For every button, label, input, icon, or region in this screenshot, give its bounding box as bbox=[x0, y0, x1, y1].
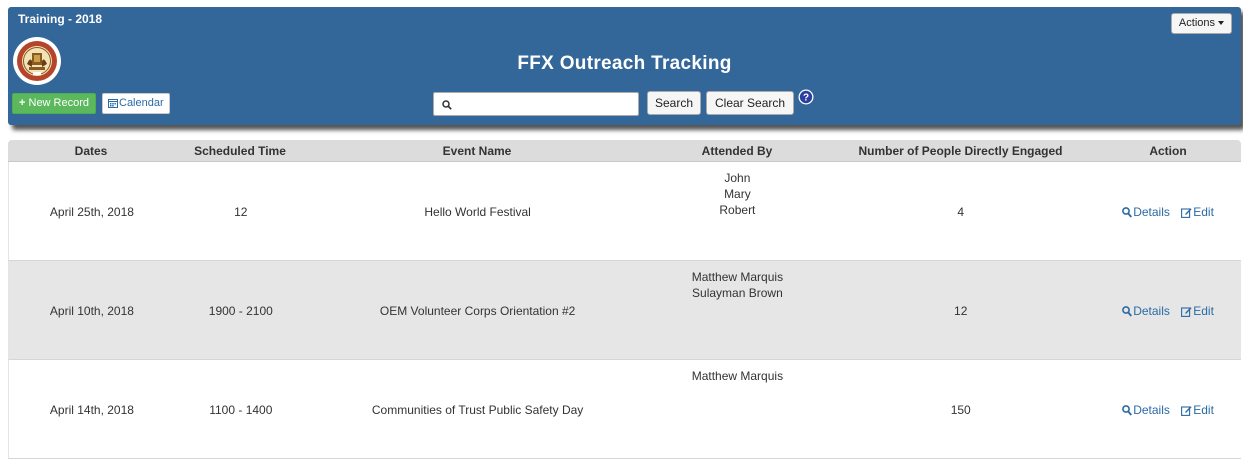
edit-label: Edit bbox=[1193, 304, 1214, 318]
clear-search-button[interactable]: Clear Search bbox=[706, 91, 795, 115]
edit-icon bbox=[1181, 307, 1192, 317]
details-label: Details bbox=[1133, 403, 1170, 417]
details-label: Details bbox=[1133, 304, 1170, 318]
row-attended-by: Matthew Marquis bbox=[648, 368, 826, 384]
magnifier-icon bbox=[1122, 207, 1133, 218]
attendee-name: Mary bbox=[724, 187, 751, 201]
search-box[interactable] bbox=[433, 92, 639, 116]
actions-label: Actions bbox=[1178, 17, 1215, 29]
attendee-name: Robert bbox=[719, 203, 756, 217]
help-icon[interactable]: ? bbox=[798, 89, 814, 105]
column-header-dates[interactable]: Dates bbox=[8, 140, 174, 161]
table-row: April 25th, 2018 12 Hello World Festival… bbox=[8, 162, 1241, 261]
row-date: April 14th, 2018 bbox=[49, 403, 134, 417]
caret-down-icon bbox=[1218, 21, 1224, 26]
details-link[interactable]: Details bbox=[1122, 304, 1170, 318]
svg-text:?: ? bbox=[803, 93, 809, 104]
edit-icon bbox=[1181, 406, 1192, 416]
row-event-name: Communities of Trust Public Safety Day bbox=[371, 403, 584, 417]
new-record-button[interactable]: + New Record bbox=[12, 93, 97, 114]
column-header-event-name[interactable]: Event Name bbox=[306, 140, 648, 161]
search-button[interactable]: Search bbox=[647, 91, 702, 115]
column-header-people-engaged[interactable]: Number of People Directly Engaged bbox=[826, 140, 1095, 161]
attendee-name: Matthew Marquis bbox=[691, 369, 784, 383]
edit-link[interactable]: Edit bbox=[1181, 403, 1214, 417]
row-date: April 25th, 2018 bbox=[49, 205, 134, 219]
details-link[interactable]: Details bbox=[1122, 403, 1170, 417]
attendee-name: Matthew Marquis bbox=[691, 270, 784, 284]
page-title: FFX Outreach Tracking bbox=[517, 53, 732, 74]
row-event-name: OEM Volunteer Corps Orientation #2 bbox=[379, 304, 576, 318]
row-people-engaged: 12 bbox=[954, 304, 968, 318]
table-row: April 14th, 2018 1100 - 1400 Communities… bbox=[8, 360, 1241, 459]
row-people-engaged: 150 bbox=[950, 403, 971, 417]
attendee-name: Sulayman Brown bbox=[692, 286, 783, 300]
edit-link[interactable]: Edit bbox=[1181, 304, 1214, 318]
row-attended-by: John Mary Robert bbox=[648, 170, 826, 218]
row-scheduled-time: 1100 - 1400 bbox=[209, 403, 273, 417]
plus-icon: + bbox=[19, 97, 26, 109]
environment-label: Training - 2018 bbox=[18, 12, 103, 26]
edit-label: Edit bbox=[1193, 205, 1214, 219]
edit-label: Edit bbox=[1193, 403, 1214, 417]
search-input[interactable] bbox=[456, 95, 636, 113]
new-record-label: New Record bbox=[28, 97, 90, 109]
row-attended-by: Matthew Marquis Sulayman Brown bbox=[648, 269, 826, 301]
row-scheduled-time: 1900 - 2100 bbox=[208, 304, 273, 318]
edit-icon bbox=[1181, 208, 1192, 218]
calendar-label: Calendar bbox=[119, 97, 164, 109]
records-table: Dates Scheduled Time Event Name Attended… bbox=[8, 140, 1241, 459]
table-header: Dates Scheduled Time Event Name Attended… bbox=[8, 140, 1241, 162]
row-event-name: Hello World Festival bbox=[424, 205, 531, 219]
table-row: April 10th, 2018 1900 - 2100 OEM Volunte… bbox=[8, 261, 1241, 360]
magnifier-icon bbox=[1122, 405, 1133, 416]
column-header-attended-by[interactable]: Attended By bbox=[648, 140, 826, 161]
magnifier-icon bbox=[1122, 306, 1133, 317]
calendar-button[interactable]: Calendar bbox=[102, 93, 170, 114]
calendar-icon bbox=[108, 99, 118, 108]
column-header-action: Action bbox=[1149, 144, 1187, 158]
actions-dropdown-button[interactable]: Actions bbox=[1170, 13, 1232, 34]
app-header: Training - 2018 FFX Outreach Tracking Ac… bbox=[8, 7, 1241, 125]
row-people-engaged: 4 bbox=[957, 205, 965, 219]
edit-link[interactable]: Edit bbox=[1181, 205, 1214, 219]
search-icon bbox=[442, 100, 452, 110]
row-scheduled-time: 12 bbox=[234, 205, 248, 219]
details-link[interactable]: Details bbox=[1122, 205, 1170, 219]
column-header-scheduled-time[interactable]: Scheduled Time bbox=[174, 140, 306, 161]
details-label: Details bbox=[1133, 205, 1170, 219]
row-date: April 10th, 2018 bbox=[49, 304, 134, 318]
attendee-name: John bbox=[724, 171, 751, 185]
